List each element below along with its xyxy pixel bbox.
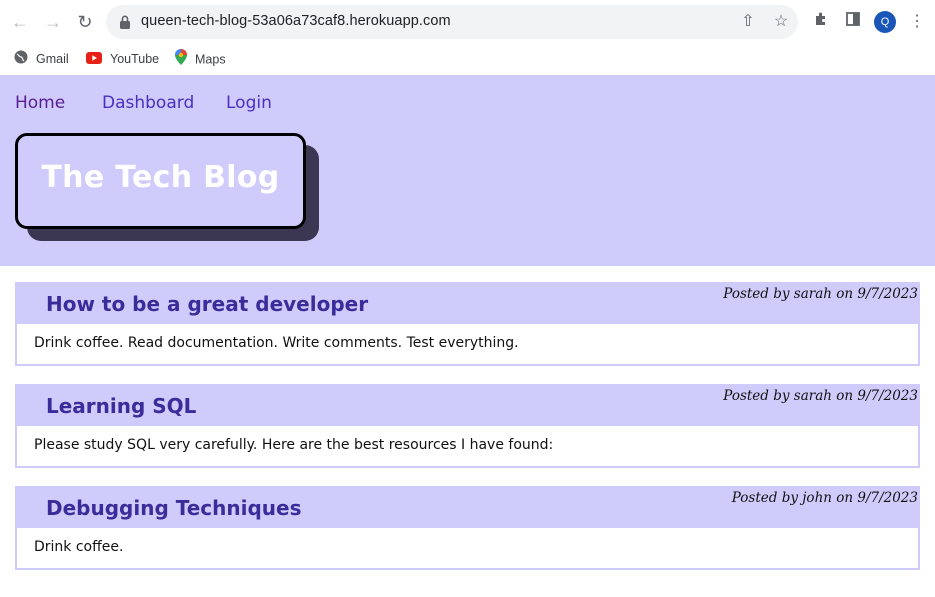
post-header: Learning SQL Posted by sarah on 9/7/2023 [17,386,918,426]
post-card[interactable]: Debugging Techniques Posted by john on 9… [15,486,920,570]
nav-home-link[interactable]: Home [15,93,65,113]
star-icon[interactable]: ☆ [772,13,790,31]
url-text[interactable]: queen-tech-blog-53a06a73caf8.herokuapp.c… [141,13,451,29]
post-card[interactable]: How to be a great developer Posted by sa… [15,282,920,366]
post-header: How to be a great developer Posted by sa… [17,284,918,324]
reload-icon[interactable]: ↻ [73,10,97,34]
globe-icon [14,50,28,70]
post-card[interactable]: Learning SQL Posted by sarah on 9/7/2023… [15,384,920,468]
forward-arrow-icon[interactable]: → [41,10,65,34]
site-header: Home Dashboard Login The Tech Blog [0,75,935,266]
browser-toolbar: ← → ↻ queen-tech-blog-53a06a73caf8.herok… [0,0,935,44]
bookmark-label: YouTube [110,52,160,66]
address-bar[interactable]: queen-tech-blog-53a06a73caf8.herokuapp.c… [106,5,798,39]
bookmark-youtube[interactable]: YouTube [86,49,159,69]
profile-avatar[interactable]: Q [874,11,896,33]
post-title[interactable]: Debugging Techniques [46,496,302,520]
maps-icon [175,49,187,71]
side-panel-icon[interactable] [842,11,864,33]
youtube-icon [86,50,102,70]
post-body: Please study SQL very carefully. Here ar… [34,437,554,453]
bookmark-label: Maps [195,52,226,67]
bookmark-maps[interactable]: Maps [175,49,226,69]
post-body: Drink coffee. [34,539,124,555]
post-title[interactable]: Learning SQL [46,394,196,418]
more-menu-icon[interactable]: ⋮ [906,11,928,33]
back-arrow-icon[interactable]: ← [8,10,32,34]
share-icon[interactable]: ⇧ [739,13,757,31]
nav-dashboard-link[interactable]: Dashboard [102,93,194,113]
post-body: Drink coffee. Read documentation. Write … [34,335,519,351]
bookmarks-bar: Gmail YouTube Maps [0,44,935,74]
post-meta: Posted by john on 9/7/2023 [731,490,918,506]
bookmark-gmail[interactable]: Gmail [14,49,69,69]
nav-login-link[interactable]: Login [226,93,272,113]
title-box: The Tech Blog [15,133,306,229]
post-meta: Posted by sarah on 9/7/2023 [723,286,918,302]
lock-icon [120,15,130,29]
bookmark-label: Gmail [36,52,69,66]
post-header: Debugging Techniques Posted by john on 9… [17,488,918,528]
post-title[interactable]: How to be a great developer [46,292,368,316]
post-meta: Posted by sarah on 9/7/2023 [723,388,918,404]
site-title: The Tech Blog [41,160,280,195]
extensions-icon[interactable] [810,11,832,33]
